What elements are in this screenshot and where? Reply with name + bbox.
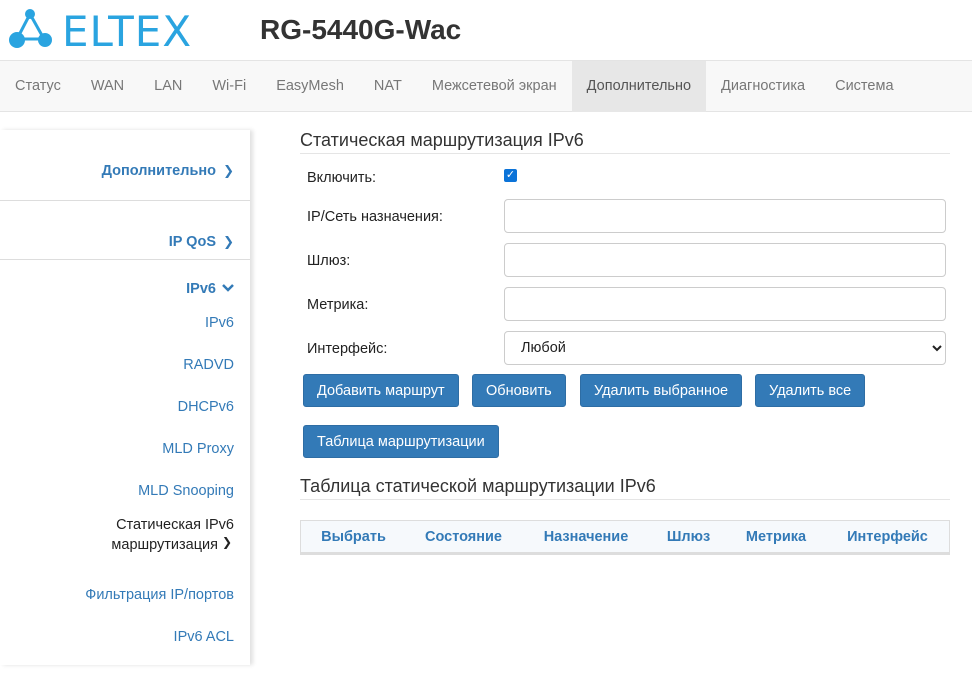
tab-firewall[interactable]: Межсетевой экран	[417, 61, 572, 112]
sidebar-item-label: DHCPv6	[177, 399, 234, 415]
sidebar-section-label: Дополнительно	[101, 163, 216, 179]
refresh-button[interactable]: Обновить	[472, 374, 566, 407]
main-content: Статическая маршрутизация IPv6 Включить:…	[300, 130, 950, 555]
interface-select[interactable]: Любой	[504, 331, 946, 365]
routes-table: Выбрать Состояние Назначение Шлюз Метрик…	[300, 520, 950, 555]
header: ELTEX RG-5440G-Wac	[0, 0, 972, 60]
routing-table-button[interactable]: Таблица маршрутизации	[303, 425, 499, 458]
sidebar-item-label: IPv6	[204, 315, 234, 331]
eltex-logo: ELTEX	[8, 7, 198, 56]
sidebar-section-ip-qos[interactable]: IP QoS ❯	[0, 201, 250, 260]
logo-text: ELTEX	[62, 7, 193, 56]
sidebar-section-label: IP QoS	[168, 234, 216, 250]
tab-lan[interactable]: LAN	[139, 61, 197, 112]
sidebar-item-label: MLD Proxy	[162, 441, 234, 457]
column-header-status: Состояние	[425, 529, 502, 545]
sidebar-item-label: IPv6 ACL	[173, 629, 234, 645]
sidebar-item-label: RADVD	[183, 357, 234, 373]
column-header-interface: Интерфейс	[847, 529, 928, 545]
tab-advanced[interactable]: Дополнительно	[571, 61, 707, 112]
sidebar-item-mld-proxy[interactable]: MLD Proxy	[0, 428, 250, 470]
chevron-right-icon: ❯	[221, 535, 232, 549]
metric-label: Метрика:	[307, 297, 369, 313]
tab-diagnostics[interactable]: Диагностика	[706, 61, 820, 112]
sidebar-item-label-line2: маршрутизация	[111, 537, 218, 553]
sidebar-item-label: MLD Snooping	[138, 483, 234, 499]
tab-easymesh[interactable]: EasyMesh	[261, 61, 359, 112]
enable-row: Включить: ✓	[300, 159, 950, 194]
interface-label: Интерфейс:	[307, 341, 388, 357]
tab-wifi[interactable]: Wi-Fi	[197, 61, 261, 112]
sidebar-item-dhcpv6[interactable]: DHCPv6	[0, 386, 250, 428]
gateway-row: Шлюз:	[300, 238, 950, 282]
metric-row: Метрика:	[300, 282, 950, 326]
sidebar-section-advanced[interactable]: Дополнительно ❯	[0, 130, 250, 201]
sidebar-section-label: IPv6	[186, 281, 216, 297]
top-navigation: Статус WAN LAN Wi-Fi EasyMesh NAT Межсет…	[0, 60, 972, 112]
sidebar-item-label: Статическая IPv6 маршрутизация	[111, 515, 234, 555]
device-model-title: RG-5440G-Wac	[260, 14, 462, 45]
tab-status[interactable]: Статус	[0, 61, 76, 112]
enable-checkbox[interactable]: ✓	[504, 169, 517, 182]
chevron-right-icon: ❯	[223, 163, 234, 178]
column-header-gateway: Шлюз	[666, 529, 711, 545]
gateway-input[interactable]	[504, 243, 946, 277]
destination-input[interactable]	[504, 199, 946, 233]
table-header-row: Выбрать Состояние Назначение Шлюз Метрик…	[301, 521, 949, 554]
chevron-right-icon: ❯	[223, 234, 234, 249]
tab-wan[interactable]: WAN	[76, 61, 139, 112]
column-header-select: Выбрать	[321, 529, 386, 545]
sidebar-item-label: Фильтрация IP/портов	[85, 587, 234, 603]
interface-row: Интерфейс: Любой	[300, 326, 950, 370]
sidebar-item-ipv6-acl[interactable]: IPv6 ACL	[0, 616, 250, 658]
sidebar-section-ipv6[interactable]: IPv6	[0, 260, 250, 302]
add-route-button[interactable]: Добавить маршрут	[303, 374, 459, 407]
column-header-destination: Назначение	[543, 529, 629, 545]
enable-label: Включить:	[307, 170, 377, 186]
tab-system[interactable]: Система	[820, 61, 908, 112]
destination-row: IP/Сеть назначения:	[300, 194, 950, 238]
chevron-down-icon	[222, 281, 234, 296]
delete-all-button[interactable]: Удалить все	[755, 374, 866, 407]
sidebar-item-mld-snooping[interactable]: MLD Snooping	[0, 470, 250, 512]
tab-nat[interactable]: NAT	[359, 61, 417, 112]
metric-input[interactable]	[504, 287, 946, 321]
page-title: Статическая маршрутизация IPv6	[300, 130, 950, 154]
destination-label: IP/Сеть назначения:	[307, 209, 443, 225]
sidebar-item-label-line1: Статическая IPv6	[116, 517, 234, 533]
delete-selected-button[interactable]: Удалить выбранное	[580, 374, 743, 407]
sidebar-item-ip-port-filtering[interactable]: Фильтрация IP/портов	[0, 574, 250, 616]
logo-mark-icon	[9, 9, 52, 48]
table-title: Таблица статической маршрутизации IPv6	[300, 476, 950, 500]
sidebar-item-ipv6[interactable]: IPv6	[0, 302, 250, 344]
action-buttons: Добавить маршрут Обновить Удалить выбран…	[300, 374, 950, 425]
sidebar-item-radvd[interactable]: RADVD	[0, 344, 250, 386]
sidebar-item-static-ipv6-routing[interactable]: Статическая IPv6 маршрутизация ❯	[0, 512, 250, 574]
column-header-metric: Метрика	[745, 529, 807, 545]
gateway-label: Шлюз:	[307, 253, 351, 269]
sidebar: Дополнительно ❯ IP QoS ❯ IPv6 IPv6 RADVD…	[0, 130, 250, 665]
routing-table-button-row: Таблица маршрутизации	[300, 425, 950, 476]
